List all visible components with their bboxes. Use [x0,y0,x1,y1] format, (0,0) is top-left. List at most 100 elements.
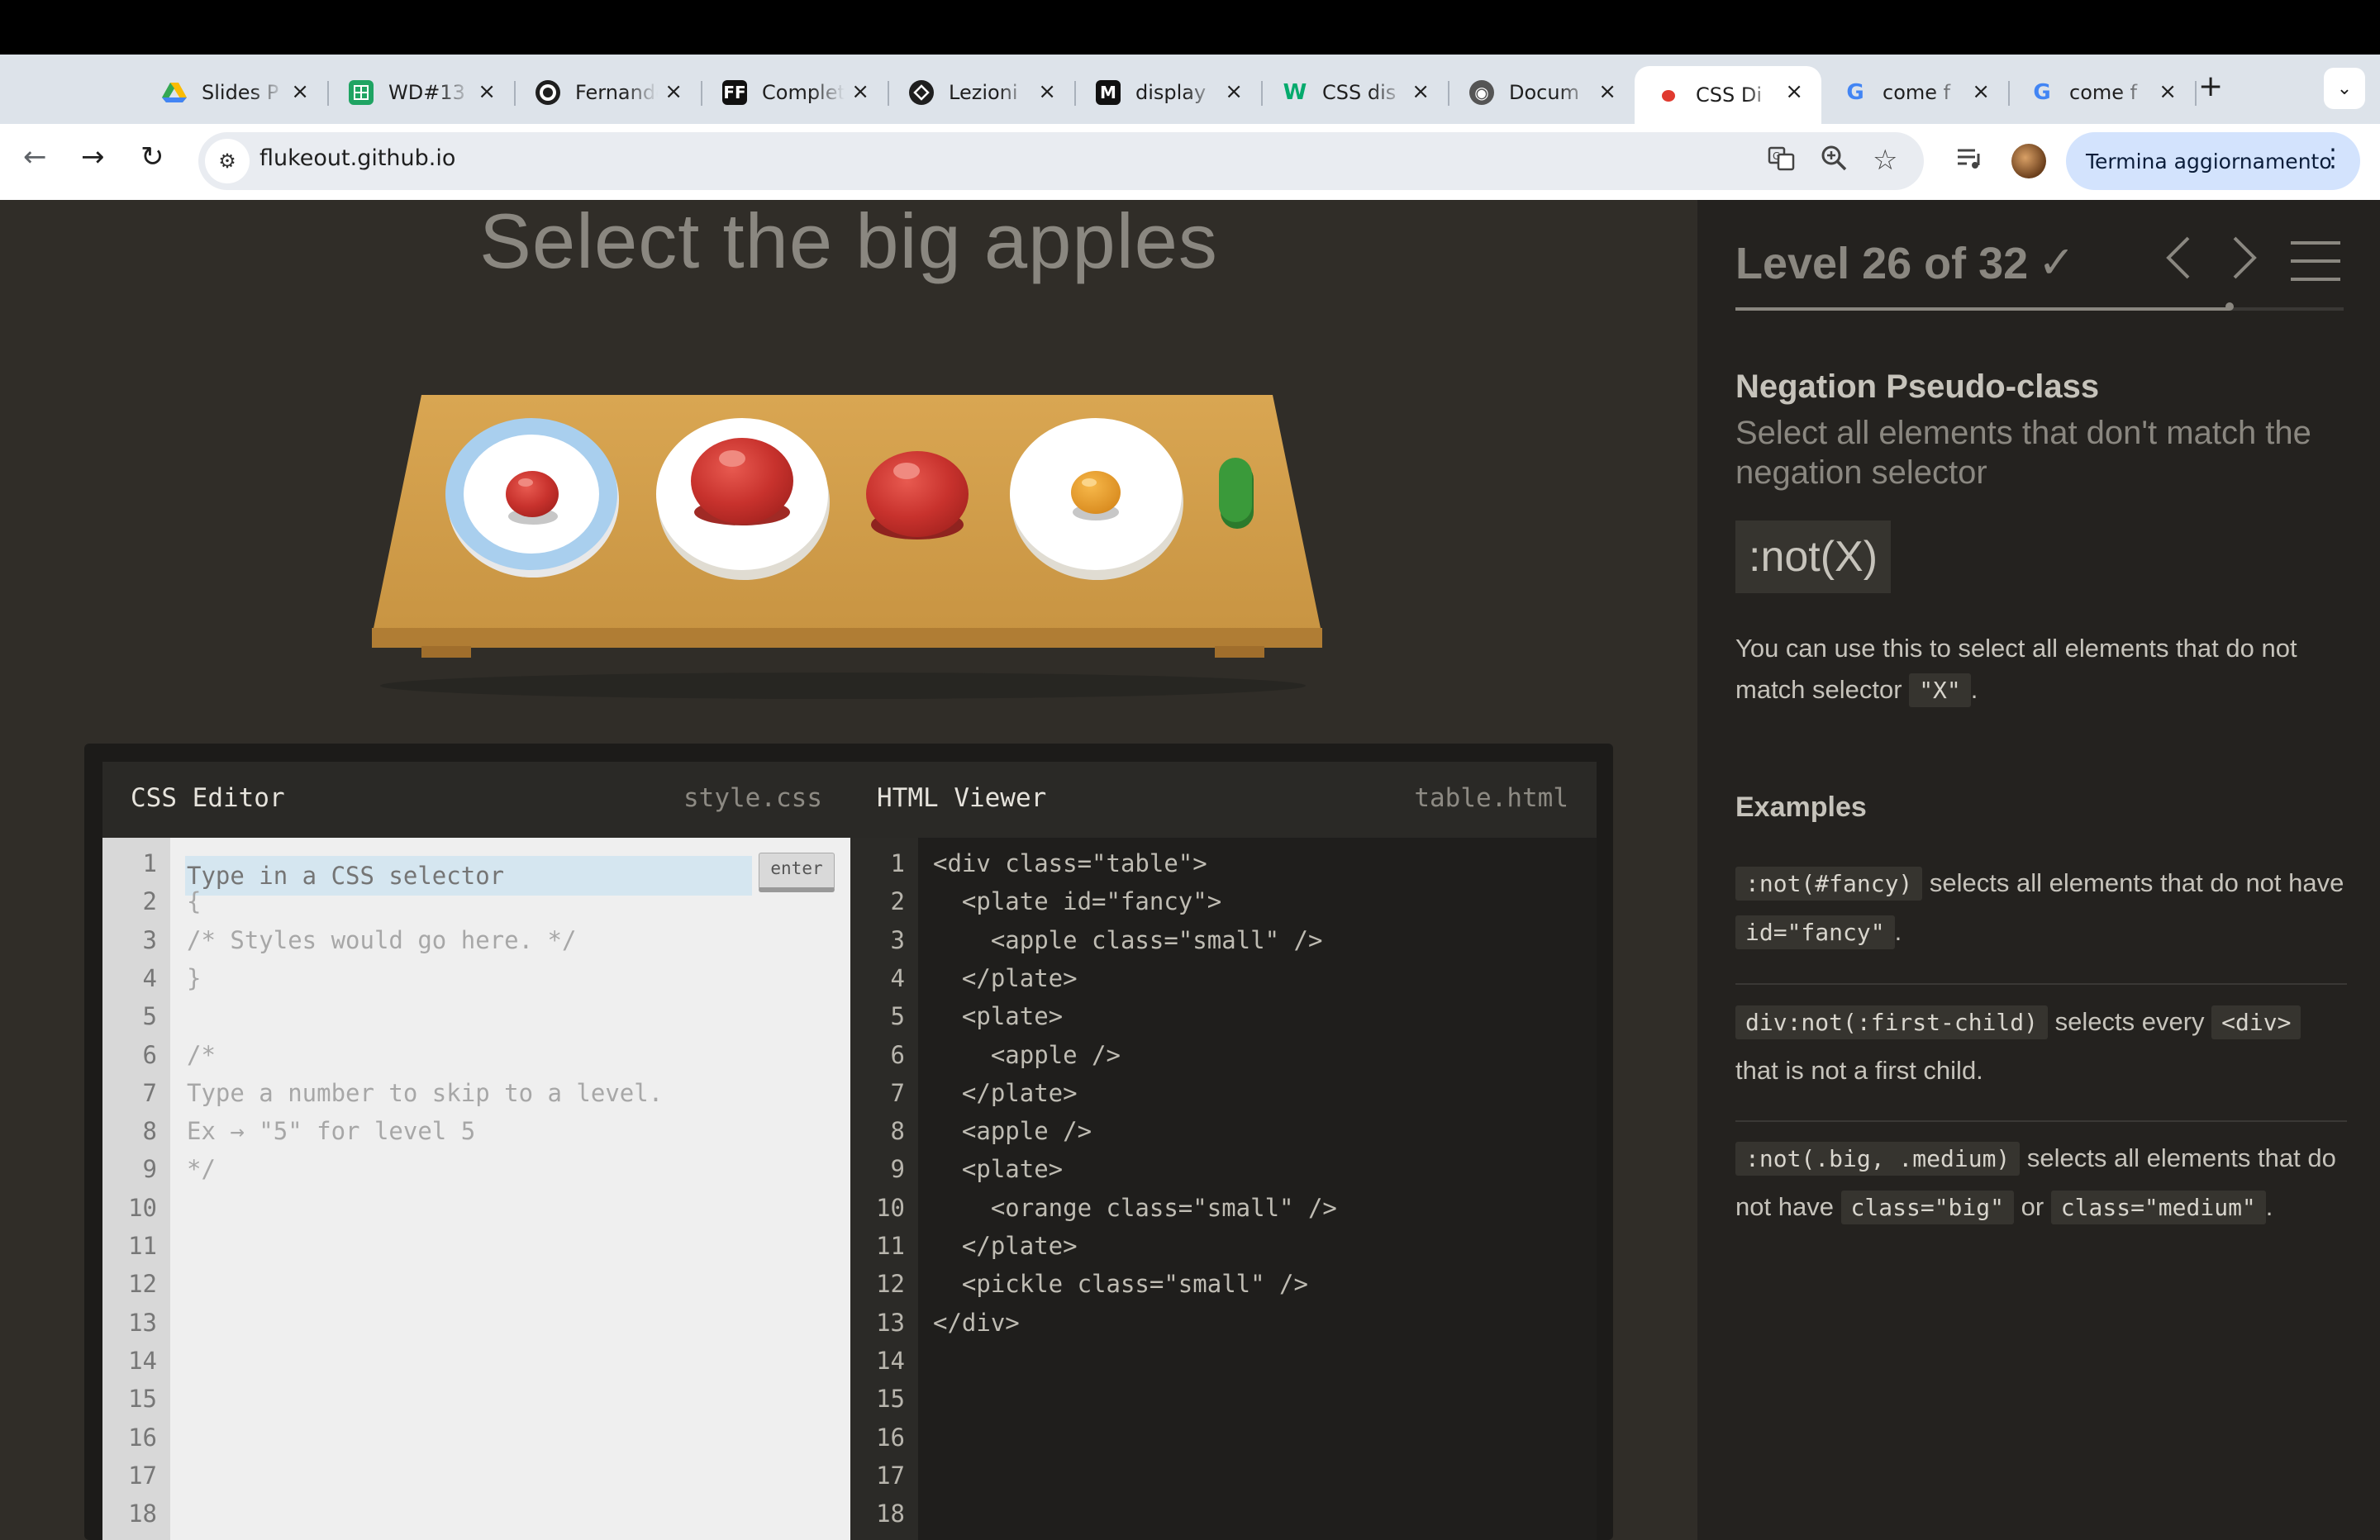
example-text: selects all elements that do not have [1922,868,2344,897]
example-code: id="fancy" [1735,915,1895,949]
close-tab-icon[interactable]: × [851,79,869,104]
tab[interactable]: Gcome f × [1821,66,2010,119]
close-tab-icon[interactable]: × [291,79,309,104]
checkmark-icon: ✓ [2038,236,2076,288]
tab-title: Fernando [575,81,658,104]
html-code-line[interactable]: <pickle class="small" /> [933,1270,1308,1298]
close-tab-icon[interactable]: × [1038,79,1056,104]
hint-code: "X" [1909,673,1971,707]
html-code-line[interactable]: </div> [933,1309,1020,1337]
tab[interactable]: FF Complete × [701,66,889,119]
line-number: 15 [876,1385,905,1414]
next-level-icon[interactable] [2228,233,2261,283]
selector-hint: You can use this to select all elements … [1735,628,2347,711]
tab[interactable]: CSS Di × [1635,66,1821,124]
line-number: 12 [128,1270,157,1299]
tab[interactable]: WD#13 × [327,66,516,119]
tab-title: come f [1883,81,1951,104]
example-text: or [2013,1192,2051,1221]
more-menu-icon[interactable]: ⋮ [2320,144,2345,173]
css-code-line: Ex → "5" for level 5 [187,1117,476,1146]
forward-icon[interactable]: → [81,140,105,173]
lezioni-icon [909,80,934,105]
media-controls-icon[interactable] [1955,144,1983,178]
html-code-line[interactable]: <div class="table"> [933,849,1207,877]
small-orange[interactable] [1071,471,1121,520]
line-number: 17 [128,1461,157,1490]
example-code: class="big" [1840,1191,2014,1224]
update-button[interactable]: Termina aggiornamento ⋮ [2066,132,2360,190]
small-apple[interactable] [506,471,559,525]
css-editor: CSS Editor style.css 1 2 3 4 5 6 7 8 9 10 11 12 13 14… [102,762,850,1540]
tab-search-button[interactable]: ⌄ [2324,68,2365,109]
close-tab-icon[interactable]: × [2159,79,2177,104]
google-icon: G [1846,80,1864,105]
html-code-line[interactable]: </plate> [933,1232,1078,1260]
example-text: . [2265,1192,2273,1221]
close-tab-icon[interactable]: × [1598,79,1616,104]
previous-level-icon[interactable] [2162,233,2195,283]
back-icon[interactable]: ← [23,140,47,173]
tab-separator [2195,81,2197,106]
line-number: 7 [890,1078,905,1107]
html-code-line[interactable]: <orange class="small" /> [933,1194,1337,1222]
tab[interactable]: Mdisplay × [1074,66,1263,119]
tab-title: Docum [1509,81,1579,104]
translate-icon[interactable]: G [1767,144,1797,180]
line-number: 9 [142,1155,157,1184]
apple[interactable] [866,451,969,539]
css-editor-title: CSS Editor [131,783,285,813]
tab[interactable]: Gcome f × [2008,66,2197,119]
line-number: 13 [876,1308,905,1337]
html-code-line[interactable]: <plate> [933,1002,1063,1030]
apple-on-plate[interactable] [691,438,793,525]
close-tab-icon[interactable]: × [1972,79,1990,104]
tab[interactable]: Slides P × [140,66,329,119]
close-tab-icon[interactable]: × [1225,79,1243,104]
close-tab-icon[interactable]: × [478,79,496,104]
reload-icon[interactable]: ↻ [140,140,164,173]
css-editor-body[interactable]: enter {/* Styles would go here. */} /* Typ… [170,838,850,1540]
site-info-icon[interactable]: ⚙ [205,139,250,183]
html-code-line[interactable]: <apple /> [933,1041,1121,1069]
tab[interactable]: ◉ Docum × [1448,66,1635,119]
html-code-line[interactable]: <apple /> [933,1117,1092,1145]
globe-icon: ◉ [1469,80,1494,105]
example-item: :not(.big, .medium) selects all elements… [1735,1134,2347,1232]
close-tab-icon[interactable]: × [1411,79,1430,104]
close-tab-icon[interactable]: × [664,79,683,104]
line-number: 2 [890,887,905,916]
tab[interactable]: W CSS dis × [1261,66,1449,119]
html-code-line[interactable]: <apple class="small" /> [933,926,1323,954]
tab[interactable]: Fernando × [514,66,702,119]
zoom-icon[interactable] [1820,144,1848,178]
css-selector-input[interactable] [185,856,752,896]
html-viewer: HTML Viewer table.html 1 2 3 4 5 6 7 8 9 10 11 12 13… [850,762,1597,1540]
small-pickle[interactable] [1219,458,1254,529]
html-code-line[interactable]: <plate id="fancy"> [933,887,1221,915]
tab[interactable]: Lezioni × [888,66,1076,119]
example-divider [1735,1120,2347,1122]
address-bar[interactable] [198,132,1924,190]
line-number: 15 [128,1385,157,1414]
level-instruction: Select the big apples [479,197,1218,284]
html-code-line[interactable]: <plate> [933,1155,1063,1183]
examples-heading: Examples [1735,791,1867,823]
html-viewer-title: HTML Viewer [877,783,1047,813]
profile-avatar[interactable] [2011,144,2046,178]
line-number: 11 [128,1232,157,1260]
html-code-line[interactable]: </plate> [933,964,1078,992]
url-text[interactable]: flukeout.github.io [259,145,455,171]
w3schools-icon: W [1283,80,1307,105]
close-tab-icon[interactable]: × [1785,79,1803,104]
enter-button[interactable]: enter [759,853,835,892]
example-item: div:not(:first-child) selects every <div… [1735,998,2347,1095]
level-menu-icon[interactable] [2291,241,2340,296]
html-code-line[interactable]: </plate> [933,1079,1078,1107]
line-number: 17 [876,1461,905,1490]
css-code-line: Type a number to skip to a level. [187,1078,664,1107]
new-tab-button[interactable]: + [2198,69,2223,103]
html-filename: table.html [1414,783,1568,813]
selector-name: Negation Pseudo-class [1735,368,2100,405]
bookmark-star-icon[interactable]: ☆ [1873,144,1897,177]
